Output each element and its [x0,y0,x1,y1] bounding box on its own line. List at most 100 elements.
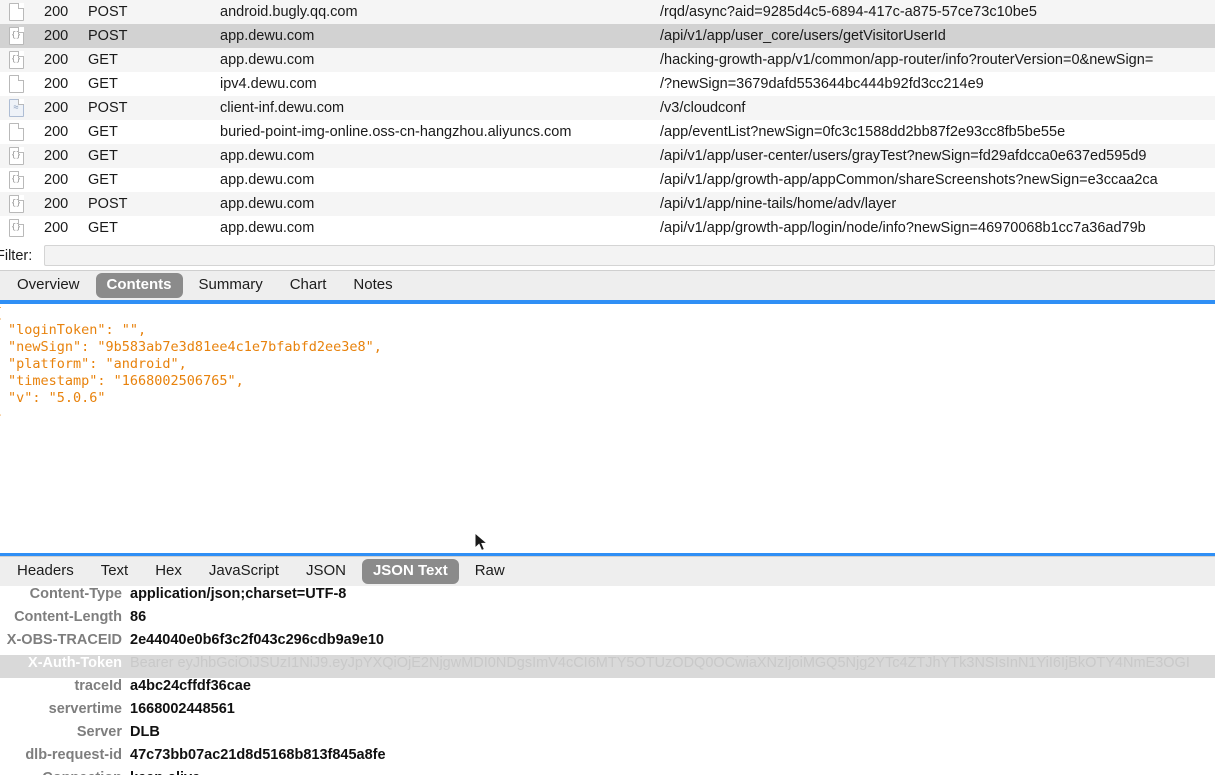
table-row[interactable]: ≈200 POST client-inf.dewu.com/v3/cloudconf [0,96,1215,120]
header-name: dlb-request-id [25,747,122,763]
document-blank-icon [8,123,24,141]
header-value: a4bc24cffdf36cae [130,678,251,694]
cell-host: app.dewu.com [220,172,315,188]
response-headers-pane[interactable]: Content-Type application/json;charset=UTF… [0,586,1215,775]
cell-method: GET [88,124,118,140]
header-name: X-Auth-Token [28,655,122,671]
table-row[interactable]: {} 200 GET app.dewu.com/api/v1/app/user-cen… [0,144,1215,168]
json-line: "newSign": "9b583ab7e3d81ee4c1e7bfabfd2e… [8,339,382,355]
cell-host: app.dewu.com [220,196,315,212]
cell-host: app.dewu.com [220,28,315,44]
cell-status: 200 [44,100,69,116]
table-row[interactable]: 200 GET buried-point-img-online.oss-cn-han… [0,120,1215,144]
document-json-icon: {} [8,27,24,45]
json-line: "platform": "android", [8,356,187,372]
json-close-brace: } [0,407,1215,424]
request-list-table[interactable]: 200 POST android.bugly.qq.com/rqd/async?ai… [0,0,1215,241]
header-name: Content-Length [14,609,122,625]
row-icon-cell [0,123,32,141]
tab-chart[interactable]: Chart [279,273,338,298]
header-value: keep-alive [122,770,200,775]
tab-summary[interactable]: Summary [188,273,274,298]
cell-method: GET [88,148,118,164]
cell-method: POST [88,4,128,20]
document-json-icon: {} [8,219,24,237]
header-value: Bearer eyJhbGciOiJSUzI1NiJ9.eyJpYXQiOjE2… [130,655,1190,671]
row-icon-cell: {} [0,171,32,189]
table-row[interactable]: 200 GET ipv4.dewu.com /?newSign=3679dafd553… [0,72,1215,96]
json-line: "v": "5.0.6" [8,390,106,406]
cell-path: /v3/cloudconf [660,100,746,116]
header-row[interactable]: dlb-request-id 47c73bb07ac21d8d5168b813f8… [0,747,1215,770]
header-name: servertime [48,701,122,717]
row-icon-cell: {} [0,147,32,165]
cell-status: 200 [44,4,69,20]
json-line: "timestamp": "1668002506765", [8,373,244,389]
header-row[interactable]: Content-Type application/json;charset=UTF… [0,586,1215,609]
tab-contents[interactable]: Contents [95,273,183,298]
row-icon-cell [0,75,32,93]
row-icon-cell: {} [0,27,32,45]
json-line: "loginToken": "", [8,322,147,338]
table-row[interactable]: {} 200 GET app.dewu.com/hacking-growth-app/… [0,48,1215,72]
cell-path: /api/v1/app/nine-tails/home/adv/layer [660,196,897,212]
request-contents-pane[interactable]: {"loginToken": "","newSign": "9b583ab7e3… [0,304,1215,553]
header-row[interactable]: X-Auth-Token Bearer eyJhbGciOiJSUzI1NiJ9.… [0,655,1215,678]
header-row[interactable]: Content-Length 86 [0,609,1215,632]
table-row[interactable]: {} 200 GET app.dewu.com/api/v1/app/growth-a… [0,216,1215,240]
tab-json[interactable]: JSON [295,559,357,584]
filter-input[interactable] [44,245,1215,266]
header-row[interactable]: Connectionkeep-alive [0,770,1215,775]
tab-raw[interactable]: Raw [464,559,516,584]
header-row[interactable]: servertime 1668002448561 [0,701,1215,724]
response-view-tabs[interactable]: Headers Text Hex JavaScript JSON JSON Text Raw [0,556,1215,586]
cell-path: /api/v1/app/user-center/users/grayTest?n… [660,148,1147,164]
tab-text[interactable]: Text [90,559,140,584]
cell-host: app.dewu.com [220,220,315,236]
cell-path: /api/v1/app/growth-app/appCommon/shareSc… [660,172,1158,188]
cell-status: 200 [44,124,69,140]
cell-path: /rqd/async?aid=9285d4c5-6894-417c-a875-5… [660,4,1037,20]
header-value: 47c73bb07ac21d8d5168b813f845a8fe [130,747,386,763]
table-row[interactable]: {} 200 GET app.dewu.com/api/v1/app/growth-a… [0,168,1215,192]
cell-method: GET [88,220,118,236]
cell-path: /?newSign=3679dafd553644bc444b92fd3cc214… [660,76,984,92]
filter-bar: Filter: [0,241,1215,270]
cell-host: ipv4.dewu.com [220,76,317,92]
row-icon-cell: ≈ [0,99,32,117]
header-row[interactable]: Server DLB [0,724,1215,747]
request-view-tabs[interactable]: Overview Contents Summary Chart Notes [0,270,1215,300]
header-value: application/json;charset=UTF-8 [130,586,347,602]
tab-overview[interactable]: Overview [6,273,91,298]
tab-javascript[interactable]: JavaScript [198,559,290,584]
document-json-icon: {} [8,51,24,69]
cell-host: app.dewu.com [220,148,315,164]
tab-json-text[interactable]: JSON Text [361,559,459,584]
table-row[interactable]: 200 POST android.bugly.qq.com/rqd/async?ai… [0,0,1215,24]
tab-notes[interactable]: Notes [342,273,403,298]
header-name: traceId [74,678,122,694]
header-row[interactable]: X-OBS-TRACEID 2e44040e0b6f3c2f043c296cdb9… [0,632,1215,655]
cell-method: GET [88,172,118,188]
cell-status: 200 [44,148,69,164]
cell-path: /app/eventList?newSign=0fc3c1588dd2bb87f… [660,124,1066,140]
cell-host: app.dewu.com [220,52,315,68]
table-row[interactable]: {} 200 POST app.dewu.com/api/v1/app/nine-ta… [0,192,1215,216]
header-name: Server [76,724,122,740]
header-value: 2e44040e0b6f3c2f043c296cdb9a9e10 [130,632,384,648]
document-blank-icon [8,3,24,21]
header-value: 86 [130,609,147,625]
cell-status: 200 [44,52,69,68]
charles-proxy-window: 200 POST android.bugly.qq.com/rqd/async?ai… [0,0,1215,775]
cell-method: POST [88,100,128,116]
cell-status: 200 [44,76,69,92]
table-row[interactable]: {} 200 POST app.dewu.com/api/v1/app/user_co… [0,24,1215,48]
cell-host: android.bugly.qq.com [220,4,358,20]
json-open-brace: { [0,305,1215,322]
document-image-icon: ≈ [8,99,24,117]
tab-headers[interactable]: Headers [6,559,85,584]
header-name: X-OBS-TRACEID [6,632,122,648]
tab-hex[interactable]: Hex [144,559,193,584]
cell-host: client-inf.dewu.com [220,100,345,116]
header-row[interactable]: traceId a4bc24cffdf36cae [0,678,1215,701]
